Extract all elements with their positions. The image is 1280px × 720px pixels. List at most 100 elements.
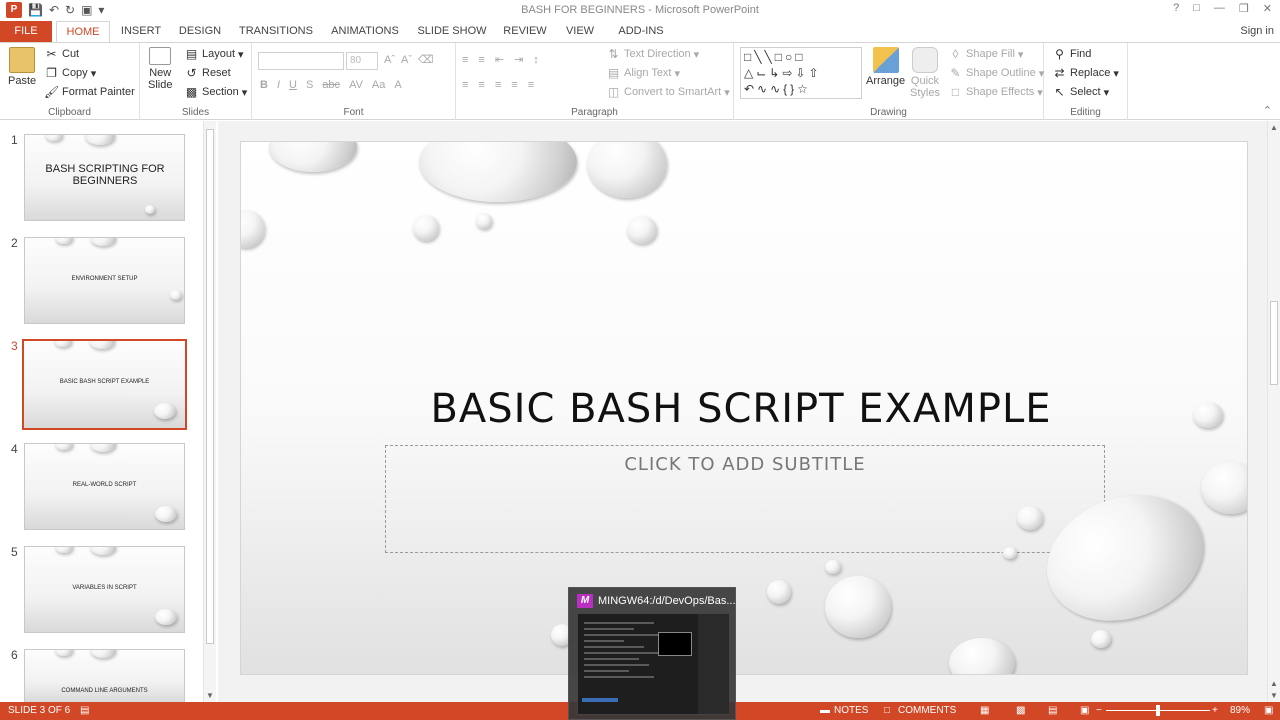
slides-group: New Slide ▤ Layout ▾ ↺ Reset ▩ Section ▾ Slid… [140, 43, 252, 120]
slide-thumbnail-3[interactable]: BASIC BASH SCRIPT EXAMPLE [22, 339, 187, 430]
arrange-button[interactable]: Arrange [866, 47, 905, 87]
slide-show-icon[interactable]: ▣ [1080, 705, 1089, 716]
shape-effects-button[interactable]: □ Shape Effects ▾ [948, 85, 1043, 99]
font-size-field[interactable]: 80 [346, 52, 378, 70]
shadow-icon[interactable]: S [306, 79, 313, 91]
collapse-ribbon-icon[interactable]: ⌃ [1263, 104, 1272, 117]
shape-outline-button[interactable]: ✎ Shape Outline ▾ [948, 66, 1044, 80]
thumbnails-scrollbar[interactable]: ▼ [203, 121, 216, 702]
reset-button[interactable]: ↺ Reset [184, 66, 230, 80]
slide-thumbnail-4[interactable]: REAL-WORLD SCRIPT [24, 443, 185, 530]
find-button[interactable]: ⚲ Find [1052, 47, 1091, 61]
italic-icon[interactable]: I [277, 79, 280, 91]
comments-icon[interactable]: □ [884, 705, 890, 716]
normal-view-icon[interactable]: ▦ [980, 705, 989, 716]
scroll-down-icon[interactable]: ▼ [206, 691, 214, 700]
slide-thumbnail-2[interactable]: ENVIRONMENT SETUP [24, 237, 185, 324]
numbering-icon[interactable]: ≡ [478, 54, 484, 66]
comments-button[interactable]: COMMENTS [898, 705, 956, 716]
slide-title[interactable]: BASIC BASH SCRIPT EXAMPLE [381, 386, 1101, 432]
tab-design[interactable]: DESIGN [174, 21, 226, 43]
slide-thumbnail-6[interactable]: COMMAND LINE ARGUMENTS [24, 649, 185, 703]
font-color-icon[interactable]: A [394, 79, 401, 91]
bullets-icon[interactable]: ≡ [462, 54, 468, 66]
change-case-icon[interactable]: Aa [372, 79, 385, 91]
current-slide[interactable]: BASIC BASH SCRIPT EXAMPLE CLICK TO ADD S… [240, 141, 1248, 675]
format-painter-button[interactable]: 🖌 Format Painter [44, 85, 135, 99]
water-drop [55, 547, 73, 553]
taskbar-preview[interactable]: M MINGW64:/d/DevOps/Bas... [568, 587, 736, 720]
tab-transitions[interactable]: TRANSITIONS [236, 21, 316, 43]
decrease-indent-icon[interactable]: ⇤ [495, 53, 504, 66]
shrink-font-icon[interactable]: Aˇ [401, 54, 412, 66]
grow-font-icon[interactable]: Aˆ [384, 54, 395, 66]
water-drop [1003, 547, 1017, 559]
zoom-slider-thumb[interactable] [1156, 705, 1160, 716]
reading-view-icon[interactable]: ▤ [1048, 705, 1057, 716]
tab-animations[interactable]: ANIMATIONS [326, 21, 404, 43]
next-slide-icon[interactable]: ▼ [1270, 691, 1278, 700]
align-text-button[interactable]: ▤ Align Text ▾ [606, 66, 680, 80]
copy-button[interactable]: ❐ Copy ▾ [44, 66, 96, 80]
restore-icon[interactable]: ❐ [1239, 2, 1249, 15]
align-left-icon[interactable]: ≡ [462, 79, 468, 91]
tab-view[interactable]: VIEW [560, 21, 600, 43]
layout-button[interactable]: ▤ Layout ▾ [184, 47, 244, 61]
zoom-out-icon[interactable]: − [1096, 705, 1102, 716]
title-bar: P 💾 ↶ ↻ ▣ ▾ BASH FOR BEGINNERS - Microso… [0, 0, 1280, 21]
section-button[interactable]: ▩ Section ▾ [184, 85, 247, 99]
scroll-up-icon[interactable]: ▲ [1270, 123, 1278, 132]
convert-smartart-button[interactable]: ◫ Convert to SmartArt ▾ [606, 85, 730, 99]
align-right-icon[interactable]: ≡ [495, 79, 501, 91]
bold-icon[interactable]: B [260, 79, 268, 91]
subtitle-placeholder[interactable]: CLICK TO ADD SUBTITLE [385, 445, 1105, 553]
replace-button[interactable]: ⇄ Replace ▾ [1052, 66, 1118, 80]
font-name-field[interactable] [258, 52, 344, 70]
quick-styles-button[interactable]: Quick Styles [910, 47, 940, 99]
zoom-in-icon[interactable]: + [1212, 705, 1218, 716]
scrollbar-thumb[interactable] [1270, 301, 1278, 385]
sign-in-link[interactable]: Sign in [1240, 21, 1274, 42]
shapes-gallery[interactable]: □╲╲□○□ △⌙↳⇨⇩⇧ ↶∿∿{}☆ [740, 47, 862, 99]
line-spacing-icon[interactable]: ↕ [533, 54, 539, 66]
notes-icon[interactable]: ▬ [820, 705, 830, 716]
tab-file[interactable]: FILE [0, 21, 52, 43]
justify-icon[interactable]: ≡ [511, 79, 517, 91]
zoom-level[interactable]: 89% [1230, 705, 1250, 716]
tab-add-ins[interactable]: ADD-INS [610, 21, 672, 43]
tab-home[interactable]: HOME [56, 21, 110, 43]
select-button[interactable]: ↖ Select ▾ [1052, 85, 1109, 99]
tab-review[interactable]: REVIEW [500, 21, 550, 43]
slide-thumbnail-5[interactable]: VARIABLES IN SCRIPT [24, 546, 185, 633]
tab-slide-show[interactable]: SLIDE SHOW [414, 21, 490, 43]
ribbon-display-icon[interactable]: □ [1193, 2, 1200, 15]
replace-label: Replace [1070, 67, 1111, 79]
minimize-icon[interactable]: — [1214, 2, 1225, 15]
help-icon[interactable]: ? [1173, 2, 1179, 15]
close-icon[interactable]: ✕ [1263, 2, 1272, 15]
fit-to-window-icon[interactable]: ▣ [1264, 705, 1273, 716]
text-direction-button[interactable]: ⇅ Text Direction ▾ [606, 47, 699, 61]
increase-indent-icon[interactable]: ⇥ [514, 53, 523, 66]
shape-fill-button[interactable]: ◊ Shape Fill ▾ [948, 47, 1024, 61]
align-center-icon[interactable]: ≡ [478, 79, 484, 91]
scrollbar-thumb[interactable] [206, 129, 214, 644]
notes-button[interactable]: NOTES [834, 705, 868, 716]
strikethrough-icon[interactable]: abc [322, 79, 340, 91]
columns-icon[interactable]: ≡ [528, 79, 534, 91]
water-drop [413, 215, 439, 241]
editor-scrollbar[interactable]: ▲ ▲ ▼ [1267, 121, 1280, 702]
paste-button[interactable]: Paste [8, 47, 36, 87]
previous-slide-icon[interactable]: ▲ [1270, 679, 1278, 688]
copy-icon: ❐ [46, 66, 57, 80]
new-slide-button[interactable]: New Slide [148, 47, 172, 91]
spacing-icon[interactable]: AV [349, 79, 363, 91]
spell-check-icon[interactable]: ▤ [80, 705, 89, 716]
slide-sorter-icon[interactable]: ▩ [1016, 705, 1025, 716]
cut-button[interactable]: ✂ Cut [44, 47, 79, 61]
chevron-down-icon: ▾ [238, 48, 244, 61]
clear-format-icon[interactable]: ⌫ [418, 53, 434, 66]
tab-insert[interactable]: INSERT [116, 21, 166, 43]
slide-thumbnail-1[interactable]: BASH SCRIPTING FOR BEGINNERS [24, 134, 185, 221]
underline-icon[interactable]: U [289, 79, 297, 91]
